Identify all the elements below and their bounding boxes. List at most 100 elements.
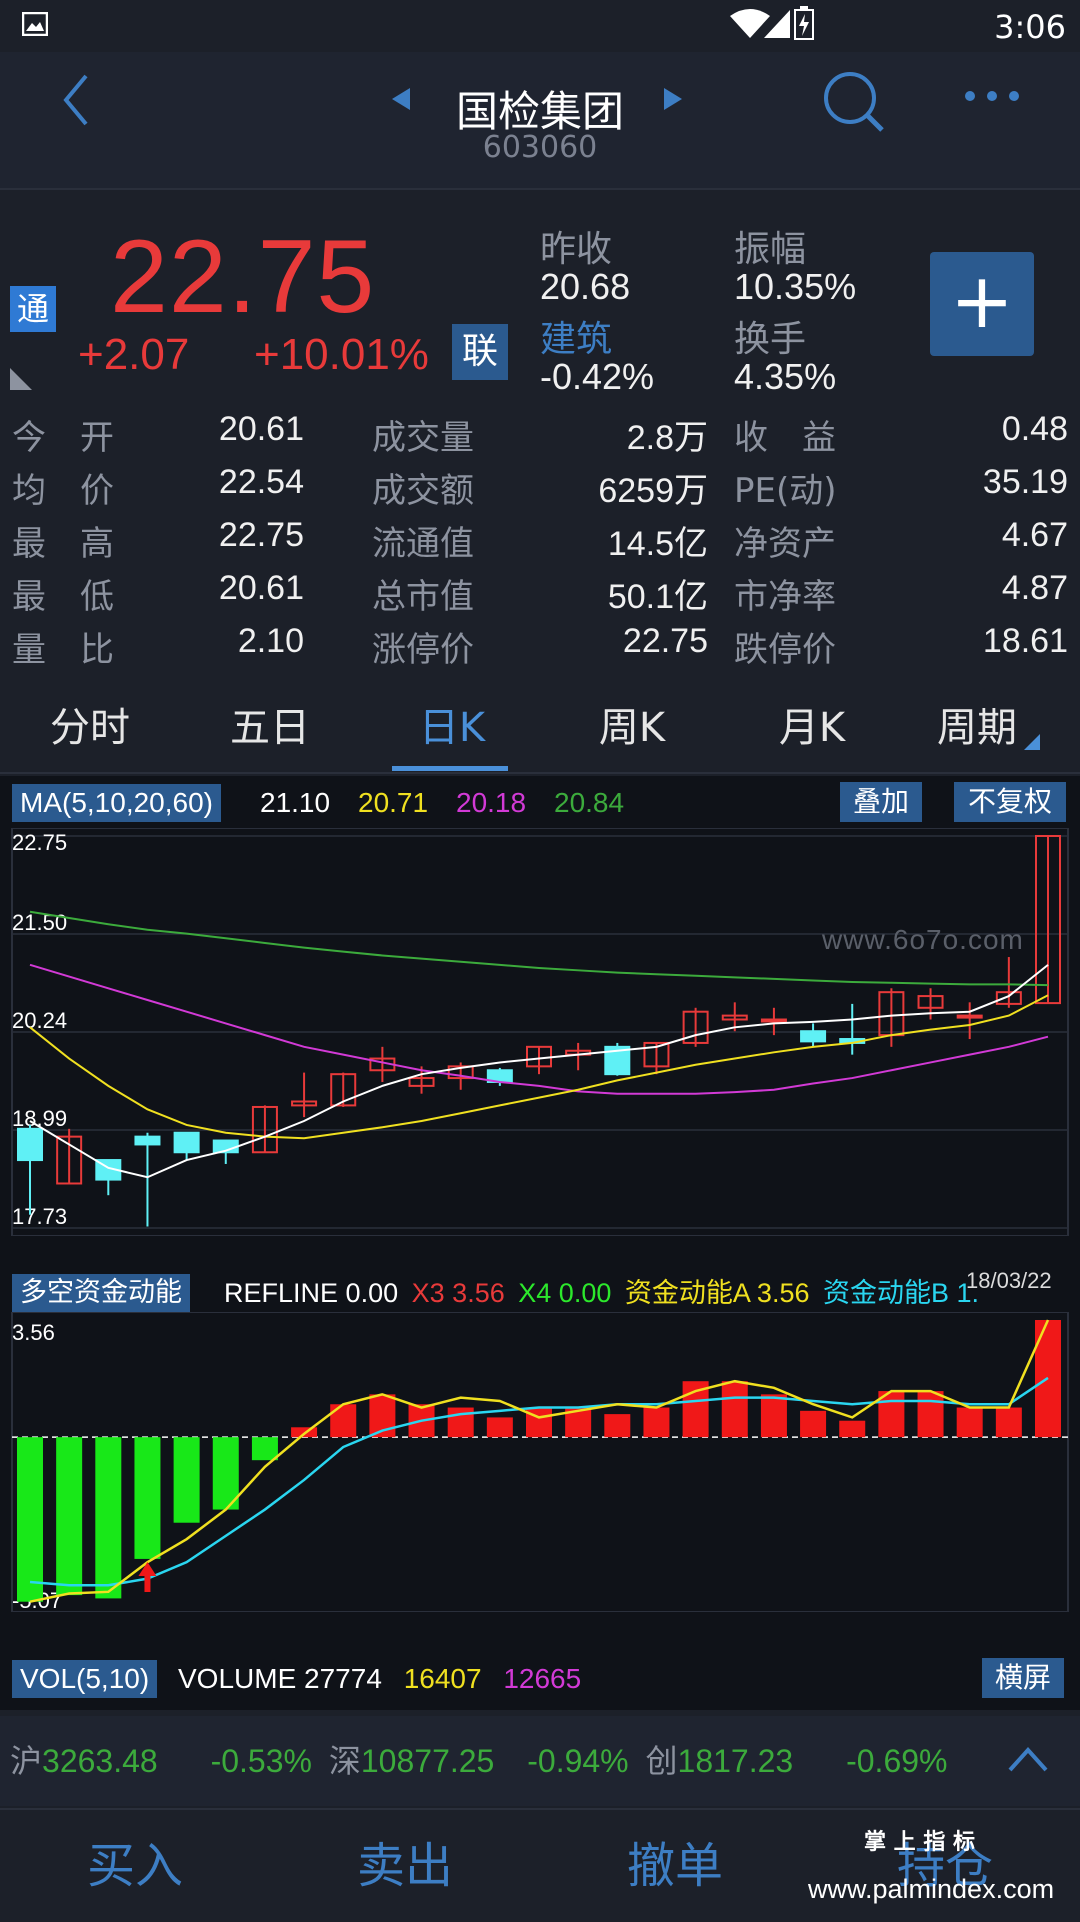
stat-value: 22.75 bbox=[218, 516, 304, 554]
sz-label: 深 bbox=[328, 1743, 361, 1779]
buy-button[interactable]: 买入 bbox=[0, 1810, 270, 1922]
tong-badge: 通 bbox=[10, 286, 56, 332]
indicator-legend: REFLINE 0.00 X3 3.56 X4 0.00 资金动能A 3.56 … bbox=[224, 1274, 979, 1312]
fund-bar bbox=[251, 1437, 278, 1461]
stock-header: 国检集团 603060 bbox=[0, 52, 1080, 190]
refline-label: REFLINE bbox=[224, 1278, 339, 1308]
x4-label: X4 bbox=[518, 1278, 552, 1308]
fund-bar bbox=[956, 1407, 983, 1438]
stat-value: 0.48 bbox=[1001, 410, 1068, 448]
stat-label: 总市值 bbox=[372, 577, 474, 617]
indicator-plot[interactable]: 3.56-5.07 bbox=[0, 1312, 1080, 1612]
ma10-value: 20.71 bbox=[358, 787, 429, 818]
fund-bar bbox=[291, 1427, 318, 1438]
ma20-value: 20.18 bbox=[456, 787, 527, 818]
stat-label: 净资产 bbox=[734, 524, 836, 564]
stat-label: 成交量 bbox=[372, 418, 474, 458]
chart-tabs: 分时 五日 日K 周K 月K 周期 bbox=[0, 684, 1080, 774]
stat-label: 市净率 bbox=[734, 577, 836, 617]
candle-body bbox=[956, 1014, 983, 1019]
volume-label: VOLUME bbox=[178, 1663, 297, 1694]
tab-intraday[interactable]: 分时 bbox=[0, 684, 180, 772]
landscape-button[interactable]: 横屏 bbox=[982, 1658, 1064, 1698]
stats-row: 今 开 20.61 成交量 2.8万收 益 0.48 bbox=[0, 410, 1080, 463]
active-tab-underline bbox=[392, 766, 508, 771]
adjust-button[interactable]: 不复权 bbox=[954, 782, 1066, 822]
vol-label[interactable]: VOL(5,10) bbox=[12, 1660, 158, 1698]
next-stock-icon[interactable] bbox=[662, 86, 684, 112]
stat-value: 22.75 bbox=[622, 622, 708, 660]
stock-code: 603060 bbox=[482, 130, 598, 165]
stat-label: 均 价 bbox=[12, 471, 114, 511]
add-watchlist-button[interactable]: + bbox=[930, 252, 1034, 356]
indicator-name[interactable]: 多空资金动能 bbox=[12, 1274, 190, 1312]
turnover-value: 4.35% bbox=[734, 356, 837, 397]
expand-up-icon[interactable] bbox=[1008, 1746, 1048, 1772]
candlestick-plot[interactable]: 22.7521.5020.2418.9917.73 bbox=[0, 828, 1080, 1236]
candle-body bbox=[800, 1030, 827, 1043]
overlay-button[interactable]: 叠加 bbox=[840, 782, 922, 822]
x3-value: 3.56 bbox=[452, 1278, 505, 1308]
x3-label: X3 bbox=[411, 1278, 445, 1308]
prev-close-label: 昨收 bbox=[540, 229, 613, 270]
sector-link[interactable]: 建筑 bbox=[540, 310, 612, 362]
more-icon[interactable] bbox=[962, 88, 1022, 104]
stats-row: 量 比 2.10 涨停价 22.75 跌停价 18.61 bbox=[0, 622, 1080, 675]
footer-watermark-top: 掌 上 指 标 bbox=[864, 1830, 975, 1855]
lian-badge[interactable]: 联 bbox=[452, 324, 508, 380]
ma5-value: 21.10 bbox=[260, 787, 331, 818]
fund-bar bbox=[95, 1437, 122, 1599]
candle-body bbox=[134, 1135, 161, 1146]
stat-value: 35.19 bbox=[982, 463, 1068, 501]
fund-bar bbox=[330, 1404, 357, 1438]
vol5-value: 16407 bbox=[403, 1663, 482, 1694]
fund-bar bbox=[721, 1381, 748, 1438]
fund-bar bbox=[604, 1414, 631, 1438]
stat-value: 22.54 bbox=[218, 463, 304, 501]
cancel-order-button[interactable]: 撤单 bbox=[540, 1810, 810, 1922]
amplitude-label: 振幅 bbox=[734, 229, 807, 270]
stat-value: 18.61 bbox=[982, 622, 1068, 660]
fund-bar bbox=[760, 1394, 787, 1438]
price-tick-label: 22.75 bbox=[12, 830, 67, 855]
sell-button[interactable]: 卖出 bbox=[270, 1810, 540, 1922]
tab-monthly-k[interactable]: 月K bbox=[722, 684, 902, 772]
price-tick-label: 17.73 bbox=[12, 1204, 67, 1229]
x4-value: 0.00 bbox=[558, 1278, 612, 1308]
ma-label[interactable]: MA(5,10,20,60) bbox=[12, 784, 221, 822]
sz-value: 10877.25 bbox=[360, 1743, 495, 1779]
index-list: 沪3263.48 -0.53% 深10877.25 -0.94% 创1817.2… bbox=[10, 1716, 947, 1806]
footer-watermark-url: www.palmindex.com bbox=[808, 1874, 1055, 1904]
sh-pct: -0.53% bbox=[210, 1743, 312, 1779]
index-ticker[interactable]: 沪3263.48 -0.53% 深10877.25 -0.94% 创1817.2… bbox=[0, 1716, 1080, 1806]
search-icon[interactable] bbox=[822, 70, 886, 132]
sz-pct: -0.94% bbox=[527, 1743, 629, 1779]
fund-bar bbox=[643, 1407, 670, 1438]
tab-weekly-k[interactable]: 周K bbox=[542, 684, 722, 772]
plot-frame bbox=[11, 1312, 1069, 1612]
stat-value: 4.87 bbox=[1001, 569, 1068, 607]
fund-a-label: 资金动能A bbox=[624, 1278, 750, 1308]
status-bar: 3:06 bbox=[0, 0, 1080, 52]
kline-chart[interactable]: MA(5,10,20,60) 21.10 20.71 20.18 20.84 叠… bbox=[0, 776, 1080, 1710]
fund-a-value: 3.56 bbox=[756, 1278, 810, 1308]
amplitude-value: 10.35% bbox=[734, 266, 857, 307]
candle-body bbox=[173, 1131, 200, 1154]
price-change: +2.07 bbox=[78, 330, 190, 379]
fund-bar bbox=[447, 1407, 474, 1438]
fund-bar bbox=[995, 1407, 1022, 1438]
fund-b-value: 1. bbox=[956, 1278, 980, 1308]
vol10-value: 12665 bbox=[503, 1663, 582, 1694]
fund-bar bbox=[486, 1417, 513, 1438]
signal-icon bbox=[764, 10, 790, 38]
trade-bar: 买入 卖出 撤单 持仓 掌 上 指 标 www.palmindex.com bbox=[0, 1808, 1080, 1922]
tab-daily-k[interactable]: 日K bbox=[362, 684, 542, 772]
stat-value: 14.5亿 bbox=[607, 525, 708, 563]
stat-value: 50.1亿 bbox=[607, 578, 708, 616]
stat-value: 4.67 bbox=[1001, 516, 1068, 554]
fund-b-label: 资金动能B bbox=[823, 1278, 950, 1308]
tab-period[interactable]: 周期 bbox=[902, 684, 1052, 772]
fund-bar bbox=[173, 1437, 200, 1523]
tab-five-day[interactable]: 五日 bbox=[180, 684, 360, 772]
stat-label: 成交额 bbox=[372, 471, 474, 511]
